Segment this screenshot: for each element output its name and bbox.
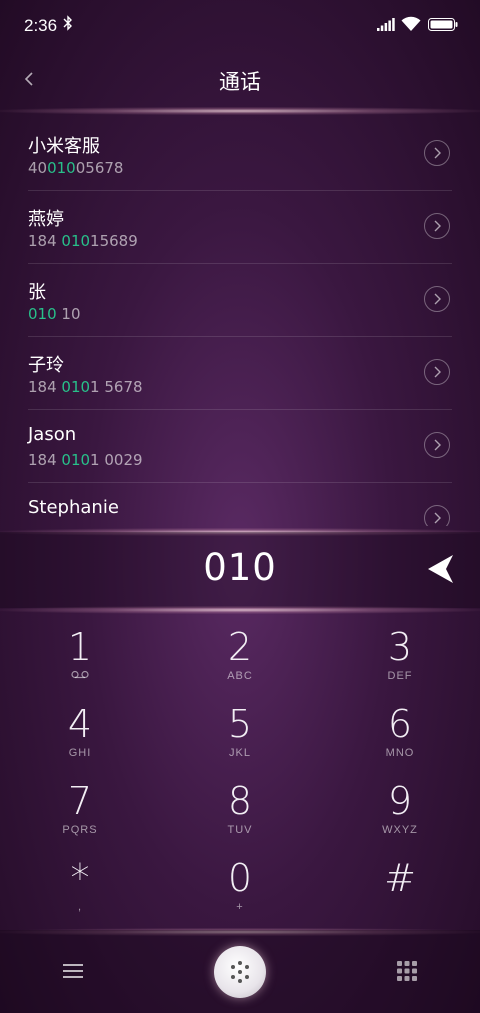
key-digit: 9 bbox=[387, 779, 413, 823]
bottom-bar bbox=[0, 930, 480, 1013]
contact-row[interactable]: Jason 184 0101 0029 bbox=[0, 410, 480, 483]
key-star[interactable]: *, bbox=[0, 857, 160, 934]
header-divider bbox=[0, 107, 480, 115]
key-letters: , bbox=[77, 901, 83, 913]
key-letters: ABC bbox=[227, 670, 253, 682]
contact-name: 张 bbox=[28, 282, 46, 303]
number-prefix: 184 bbox=[28, 232, 62, 250]
chevron-right-icon bbox=[434, 220, 441, 232]
bluetooth-icon bbox=[63, 15, 72, 31]
key-3[interactable]: 3 DEF bbox=[320, 626, 480, 703]
number-match-highlight: 010 bbox=[28, 305, 57, 323]
key-letters: PQRS bbox=[62, 824, 98, 836]
key-digit: 2 bbox=[227, 625, 253, 669]
dialpad-toggle-button[interactable] bbox=[214, 946, 266, 998]
header: 通话 bbox=[0, 52, 480, 110]
contact-detail-button[interactable] bbox=[424, 140, 450, 166]
key-hash[interactable]: # bbox=[320, 857, 480, 934]
dial-display-bottom-divider bbox=[0, 606, 480, 614]
contact-name: Jason bbox=[28, 424, 77, 445]
dialed-number: 010 bbox=[203, 546, 277, 589]
contact-suggestion-list[interactable]: 小米客服 4001005678 燕婷 184 01015689 张 010 10 子玲 184… bbox=[0, 118, 480, 526]
key-digit: * bbox=[70, 856, 90, 900]
key-2[interactable]: 2 ABC bbox=[160, 626, 320, 703]
key-letters: DEF bbox=[387, 670, 413, 682]
contact-number: 184 0101 5678 bbox=[28, 378, 143, 396]
key-digit: 6 bbox=[387, 702, 413, 746]
contact-detail-button[interactable] bbox=[424, 359, 450, 385]
number-prefix: 184 bbox=[28, 378, 62, 396]
page-title: 通话 bbox=[219, 70, 261, 94]
voicemail-icon bbox=[0, 670, 160, 682]
contact-row[interactable]: 张 010 10 bbox=[0, 264, 480, 337]
contact-row[interactable]: 燕婷 184 01015689 bbox=[0, 191, 480, 264]
contact-detail-button[interactable] bbox=[424, 432, 450, 458]
key-letters: GHI bbox=[68, 747, 92, 759]
number-match-highlight: 010 bbox=[61, 451, 91, 469]
key-8[interactable]: 8 TUV bbox=[160, 780, 320, 857]
contact-row[interactable]: Stephanie bbox=[0, 483, 480, 526]
number-suffix: 1 5678 bbox=[90, 378, 143, 396]
number-match-highlight: 010 bbox=[47, 159, 76, 177]
key-5[interactable]: 5 JKL bbox=[160, 703, 320, 780]
key-digit: 3 bbox=[387, 625, 413, 669]
key-digit: 1 bbox=[67, 625, 93, 669]
key-letters: TUV bbox=[227, 824, 253, 836]
grid-icon[interactable] bbox=[396, 960, 418, 982]
number-suffix: 10 bbox=[56, 305, 81, 323]
keypad: 1 2 ABC 3 DEF 4 GHI 5 JKL 6 MNO 7 PQRS 8 TUV 9 WXYZ *, 0 + # bbox=[0, 626, 480, 926]
contact-row[interactable]: 小米客服 4001005678 bbox=[0, 118, 480, 191]
key-letters: MNO bbox=[385, 747, 415, 759]
contact-name: 燕婷 bbox=[28, 209, 64, 230]
contact-name: 小米客服 bbox=[28, 136, 100, 157]
key-4[interactable]: 4 GHI bbox=[0, 703, 160, 780]
key-digit: 5 bbox=[227, 702, 253, 746]
key-letters: JKL bbox=[229, 747, 251, 759]
number-match-highlight: 010 bbox=[61, 378, 91, 396]
chevron-right-icon bbox=[434, 366, 441, 378]
menu-icon[interactable] bbox=[63, 962, 83, 980]
backspace-arrow-icon[interactable] bbox=[426, 552, 456, 586]
battery-icon bbox=[428, 18, 458, 31]
key-letters: WXYZ bbox=[382, 824, 418, 836]
contact-row[interactable]: 子玲 184 0101 5678 bbox=[0, 337, 480, 410]
key-digit: 8 bbox=[227, 779, 253, 823]
dial-display: 010 bbox=[0, 532, 480, 608]
chevron-right-icon bbox=[434, 439, 441, 451]
number-prefix: 184 bbox=[28, 451, 62, 469]
dialpad-icon bbox=[231, 961, 249, 983]
contact-name: Stephanie bbox=[28, 497, 119, 518]
contact-number: 184 0101 0029 bbox=[28, 451, 143, 469]
dialer-screen: 2:36 通话 小米客服 4001005678 燕婷 184 01015689 张 010… bbox=[0, 0, 480, 1013]
contact-detail-button[interactable] bbox=[424, 286, 450, 312]
chevron-right-icon bbox=[434, 293, 441, 305]
number-suffix: 1 0029 bbox=[90, 451, 143, 469]
key-letters: + bbox=[236, 901, 244, 913]
wifi-icon bbox=[401, 16, 421, 31]
key-digit: 4 bbox=[67, 702, 93, 746]
key-6[interactable]: 6 MNO bbox=[320, 703, 480, 780]
key-digit: # bbox=[384, 856, 416, 900]
contact-number: 184 01015689 bbox=[28, 232, 138, 250]
status-bar: 2:36 bbox=[0, 0, 480, 52]
contact-name: 子玲 bbox=[28, 355, 64, 376]
contact-number: 010 10 bbox=[28, 305, 81, 323]
chevron-right-icon bbox=[434, 512, 441, 524]
key-digit: 7 bbox=[67, 779, 93, 823]
key-9[interactable]: 9 WXYZ bbox=[320, 780, 480, 857]
chevron-right-icon bbox=[434, 147, 441, 159]
status-time: 2:36 bbox=[24, 16, 58, 35]
key-7[interactable]: 7 PQRS bbox=[0, 780, 160, 857]
number-suffix: 15689 bbox=[90, 232, 138, 250]
number-match-highlight: 010 bbox=[61, 232, 91, 250]
number-suffix: 05678 bbox=[75, 159, 124, 177]
key-digit: 0 bbox=[227, 856, 253, 900]
number-prefix: 40 bbox=[28, 159, 48, 177]
contact-detail-button[interactable] bbox=[424, 213, 450, 239]
signal-icon bbox=[377, 18, 395, 31]
contact-detail-button[interactable] bbox=[424, 505, 450, 526]
contact-number: 4001005678 bbox=[28, 159, 123, 177]
key-1[interactable]: 1 bbox=[0, 626, 160, 703]
key-0[interactable]: 0 + bbox=[160, 857, 320, 934]
